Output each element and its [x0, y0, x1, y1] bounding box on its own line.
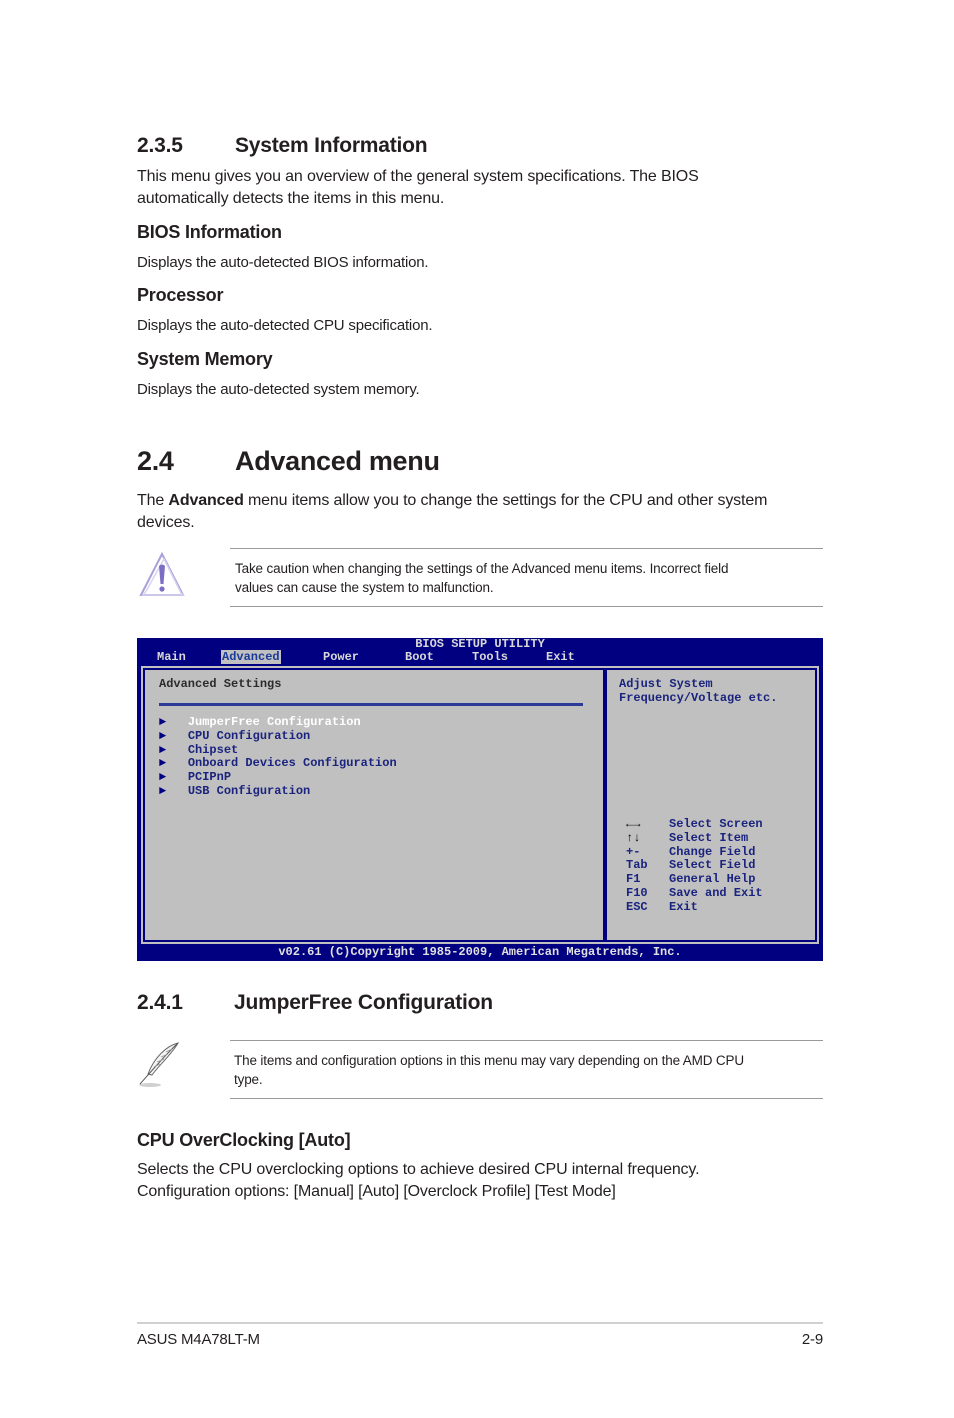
key-row-select-screen: ←→ Select Screen — [626, 817, 763, 831]
key-row-change-field: +- Change Field — [626, 844, 756, 859]
bios-menu-item-usb-configuration[interactable]: ► USB Configuration — [159, 783, 397, 799]
bios-panel: Advanced Settings ► JumperFree Configura… — [141, 666, 819, 944]
caution-text-line2: values can cause the system to malfuncti… — [235, 580, 494, 595]
setting-heading-cpu-overclocking: CPU OverClocking [Auto] — [137, 1130, 351, 1150]
bios-tab-tools[interactable]: Tools — [472, 650, 508, 664]
note-bottom-rule — [230, 1098, 823, 1099]
section-number-2-4-1: 2.4.1 — [137, 991, 183, 1014]
item-text-bios-information: Displays the auto-detected BIOS informat… — [137, 254, 429, 271]
item-text-system-memory: Displays the auto-detected system memory… — [137, 381, 420, 398]
bios-tab-boot[interactable]: Boot — [405, 650, 434, 664]
bios-help-line1: Adjust System — [619, 677, 713, 691]
left-right-arrows-icon: ←→ — [626, 817, 641, 831]
footer-product-name: ASUS M4A78LT-M — [137, 1331, 260, 1348]
bios-help-line2: Frequency/Voltage etc. — [619, 691, 778, 705]
submenu-arrow-icon: ► — [159, 756, 167, 771]
bios-key-legend: ←→ Select Screen ↑↓ Select Item +- Change F… — [626, 817, 763, 915]
bios-tab-advanced[interactable]: Advanced — [221, 650, 281, 664]
bios-help-pane: Adjust System Frequency/Voltage etc. ←→ S… — [605, 668, 817, 942]
section-title-jumperfree: JumperFree Configuration — [234, 991, 493, 1014]
warning-triangle-icon — [137, 551, 187, 599]
bios-section-separator — [159, 703, 583, 706]
section-intro-line1: This menu gives you an overview of the g… — [137, 168, 699, 185]
bios-menu-list: ► JumperFree Configuration ► CPU Configu… — [159, 715, 397, 799]
submenu-arrow-icon: ► — [159, 715, 167, 729]
advanced-intro-line1: The Advanced menu items allow you to cha… — [137, 492, 768, 509]
bios-copyright-footer: v02.61 (C)Copyright 1985-2009, American … — [278, 945, 682, 959]
setting-description-line1: Selects the CPU overclocking options to … — [137, 1161, 700, 1178]
footer-rule — [137, 1322, 823, 1324]
item-heading-bios-information: BIOS Information — [137, 222, 282, 242]
section-title-advanced-menu: Advanced menu — [235, 446, 440, 476]
bios-setup-screen: BIOS SETUP UTILITY Main Advanced Power B… — [137, 638, 823, 961]
bios-tab-exit[interactable]: Exit — [546, 650, 575, 664]
bios-menu-item-chipset[interactable]: ► Chipset — [159, 742, 397, 758]
advanced-intro-line2: devices. — [137, 514, 195, 531]
bios-menu-item-jumperfree[interactable]: ► JumperFree Configuration — [159, 715, 397, 730]
key-row-exit: ESC Exit — [626, 899, 698, 914]
submenu-arrow-icon: ► — [159, 770, 167, 785]
section-intro-line2: automatically detects the items in this … — [137, 190, 445, 207]
key-row-general-help: F1 General Help — [626, 872, 756, 887]
bios-settings-pane: Advanced Settings ► JumperFree Configura… — [143, 668, 605, 942]
bios-section-title: Advanced Settings — [159, 677, 282, 691]
key-row-select-item: ↑↓ Select Item — [626, 830, 749, 845]
caution-bottom-rule — [230, 606, 823, 607]
note-text-line1: The items and configuration options in t… — [234, 1053, 744, 1068]
caution-text-line1: Take caution when changing the settings … — [235, 561, 729, 576]
note-text-line2: type. — [234, 1072, 263, 1087]
section-number-2-4: 2.4 — [137, 446, 174, 476]
feather-pen-icon — [136, 1040, 186, 1090]
bios-tab-power[interactable]: Power — [323, 650, 359, 664]
advanced-bold-term: Advanced — [168, 492, 244, 509]
bios-menu-item-pcipnp[interactable]: ► PCIPnP — [159, 770, 397, 785]
item-text-processor: Displays the auto-detected CPU specifica… — [137, 317, 433, 334]
note-top-rule — [230, 1040, 823, 1041]
key-row-select-field: Tab Select Field — [626, 858, 756, 873]
submenu-arrow-icon: ► — [159, 783, 167, 798]
setting-description-line2: Configuration options: [Manual] [Auto] [… — [137, 1183, 616, 1200]
item-heading-system-memory: System Memory — [137, 349, 273, 369]
bios-tab-main[interactable]: Main — [157, 650, 186, 664]
section-number-2-3-5: 2.3.5 — [137, 134, 183, 157]
item-heading-processor: Processor — [137, 285, 224, 305]
bios-title: BIOS SETUP UTILITY — [415, 637, 545, 651]
bios-menu-item-onboard-devices[interactable]: ► Onboard Devices Configuration — [159, 756, 397, 771]
key-row-save-and-exit: F10 Save and Exit — [626, 885, 763, 900]
bios-menu-item-cpu-configuration[interactable]: ► CPU Configuration — [159, 728, 397, 744]
caution-top-rule — [230, 548, 823, 549]
submenu-arrow-icon: ► — [159, 742, 167, 757]
up-down-arrows-icon: ↑↓ — [626, 830, 641, 845]
section-title-system-information: System Information — [235, 134, 428, 157]
submenu-arrow-icon: ► — [159, 728, 167, 743]
footer-page-number: 2-9 — [801, 1331, 823, 1348]
